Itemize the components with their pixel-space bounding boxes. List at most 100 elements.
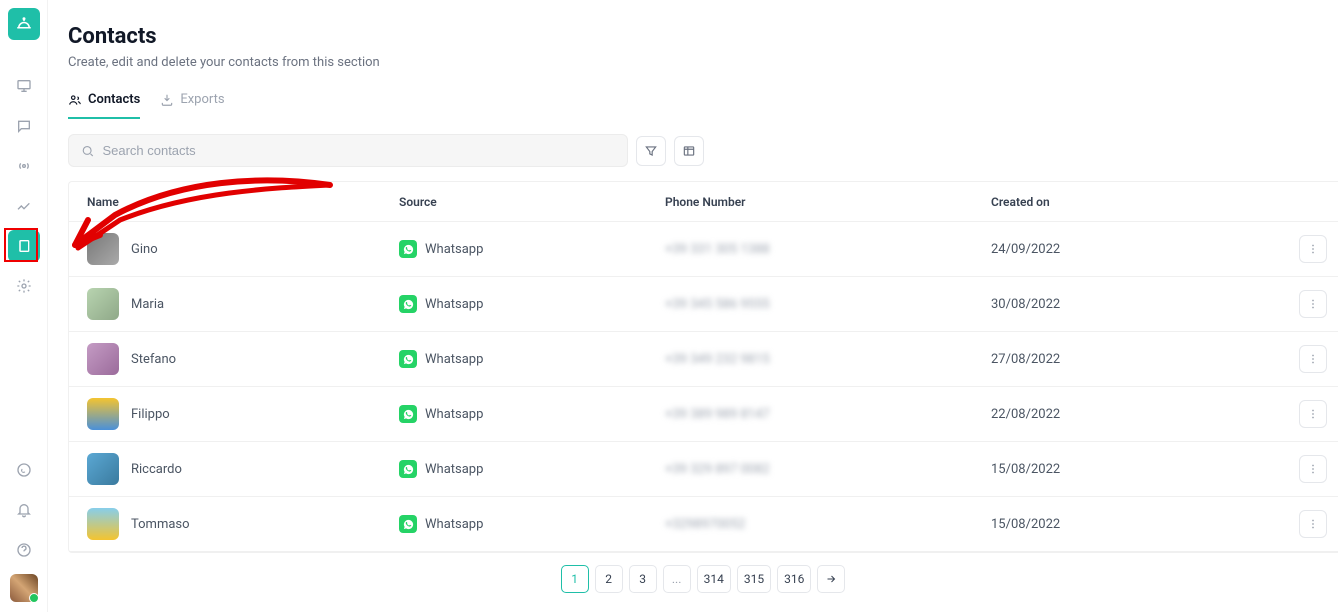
col-header-source: Source bbox=[399, 195, 665, 209]
table-row[interactable]: Maria Whatsapp +39 345 586 9555 30/08/20… bbox=[69, 277, 1338, 332]
contact-avatar bbox=[87, 233, 119, 265]
contact-source: Whatsapp bbox=[425, 517, 483, 532]
tab-contacts[interactable]: Contacts bbox=[68, 92, 140, 119]
bell-icon bbox=[16, 502, 32, 518]
col-header-name: Name bbox=[87, 195, 399, 209]
sidebar-item-contacts[interactable] bbox=[8, 230, 40, 262]
columns-button[interactable] bbox=[674, 136, 704, 166]
page-314[interactable]: 314 bbox=[697, 565, 731, 593]
table-row[interactable]: Riccardo Whatsapp +39 329 897 0082 15/08… bbox=[69, 442, 1338, 497]
contact-source: Whatsapp bbox=[425, 242, 483, 257]
contact-phone: +39 345 586 9555 bbox=[665, 297, 770, 312]
tabs: Contacts Exports bbox=[68, 92, 1338, 120]
tab-exports-label: Exports bbox=[180, 92, 224, 107]
page-315[interactable]: 315 bbox=[737, 565, 771, 593]
contact-phone: +39 331 305 1388 bbox=[665, 242, 770, 257]
contact-created: 15/08/2022 bbox=[991, 517, 1060, 532]
whatsapp-icon bbox=[399, 405, 417, 423]
contact-name: Tommaso bbox=[131, 517, 190, 532]
page-title: Contacts bbox=[68, 24, 1338, 49]
sidebar-item-notifications[interactable] bbox=[8, 494, 40, 526]
col-header-phone: Phone Number bbox=[665, 195, 991, 209]
toolbar bbox=[68, 134, 1338, 167]
contact-avatar bbox=[87, 453, 119, 485]
sidebar-item-help[interactable] bbox=[8, 534, 40, 566]
table-row[interactable]: Gino Whatsapp +39 331 305 1388 24/09/202… bbox=[69, 222, 1338, 277]
contact-source: Whatsapp bbox=[425, 352, 483, 367]
pagination: 123...314315316 bbox=[68, 565, 1338, 603]
contact-phone: +39 349 232 9815 bbox=[665, 352, 770, 367]
help-icon bbox=[16, 542, 32, 558]
contact-name: Riccardo bbox=[131, 462, 182, 477]
export-icon bbox=[160, 93, 174, 107]
contacts-table: Name Source Phone Number Created on Gino… bbox=[68, 181, 1338, 553]
filter-icon bbox=[644, 144, 658, 158]
dots-icon bbox=[1306, 517, 1320, 531]
row-menu-button[interactable] bbox=[1299, 345, 1327, 373]
contact-phone: +3298970052 bbox=[665, 517, 745, 532]
contact-source: Whatsapp bbox=[425, 407, 483, 422]
row-menu-button[interactable] bbox=[1299, 235, 1327, 263]
page-316[interactable]: 316 bbox=[777, 565, 811, 593]
row-menu-button[interactable] bbox=[1299, 290, 1327, 318]
table-row[interactable]: Filippo Whatsapp +39 389 989 8147 22/08/… bbox=[69, 387, 1338, 442]
sidebar-item-chat[interactable] bbox=[8, 110, 40, 142]
tab-contacts-label: Contacts bbox=[88, 92, 140, 107]
page-next[interactable] bbox=[817, 565, 845, 593]
contact-created: 22/08/2022 bbox=[991, 407, 1060, 422]
columns-icon bbox=[682, 144, 696, 158]
whatsapp-icon bbox=[399, 515, 417, 533]
search-icon bbox=[81, 144, 94, 158]
table-row[interactable]: Tommaso Whatsapp +3298970052 15/08/2022 bbox=[69, 497, 1338, 552]
whatsapp-icon bbox=[399, 295, 417, 313]
search-input[interactable] bbox=[102, 143, 615, 158]
sidebar-item-analytics[interactable] bbox=[8, 190, 40, 222]
filter-button[interactable] bbox=[636, 136, 666, 166]
dots-icon bbox=[1306, 462, 1320, 476]
broadcast-icon bbox=[16, 158, 32, 174]
contacts-icon bbox=[68, 93, 82, 107]
sidebar-item-settings[interactable] bbox=[8, 270, 40, 302]
contact-source: Whatsapp bbox=[425, 462, 483, 477]
row-menu-button[interactable] bbox=[1299, 455, 1327, 483]
monitor-icon bbox=[16, 78, 32, 94]
contact-avatar bbox=[87, 343, 119, 375]
sidebar-item-broadcast[interactable] bbox=[8, 150, 40, 182]
user-avatar[interactable] bbox=[10, 574, 38, 602]
contact-avatar bbox=[87, 288, 119, 320]
contact-created: 30/08/2022 bbox=[991, 297, 1060, 312]
contact-name: Gino bbox=[131, 242, 158, 257]
row-menu-button[interactable] bbox=[1299, 400, 1327, 428]
contact-phone: +39 389 989 8147 bbox=[665, 407, 770, 422]
main-content: Contacts Create, edit and delete your co… bbox=[48, 0, 1338, 612]
sidebar-item-whatsapp[interactable] bbox=[8, 454, 40, 486]
page-subtitle: Create, edit and delete your contacts fr… bbox=[68, 55, 1338, 70]
contact-avatar bbox=[87, 398, 119, 430]
col-header-created: Created on bbox=[991, 195, 1287, 209]
contact-source: Whatsapp bbox=[425, 297, 483, 312]
contact-name: Filippo bbox=[131, 407, 170, 422]
dots-icon bbox=[1306, 242, 1320, 256]
whatsapp-icon bbox=[399, 350, 417, 368]
page-3[interactable]: 3 bbox=[629, 565, 657, 593]
contact-phone: +39 329 897 0082 bbox=[665, 462, 770, 477]
tab-exports[interactable]: Exports bbox=[160, 92, 224, 119]
row-menu-button[interactable] bbox=[1299, 510, 1327, 538]
whatsapp-icon bbox=[399, 240, 417, 258]
contact-name: Stefano bbox=[131, 352, 176, 367]
table-row[interactable]: Stefano Whatsapp +39 349 232 9815 27/08/… bbox=[69, 332, 1338, 387]
whatsapp-icon bbox=[16, 462, 32, 478]
search-box[interactable] bbox=[68, 134, 628, 167]
chat-icon bbox=[16, 118, 32, 134]
chart-icon bbox=[16, 198, 32, 214]
dots-icon bbox=[1306, 352, 1320, 366]
contact-created: 15/08/2022 bbox=[991, 462, 1060, 477]
app-logo[interactable] bbox=[8, 8, 40, 40]
whatsapp-icon bbox=[399, 460, 417, 478]
sidebar-item-dashboard[interactable] bbox=[8, 70, 40, 102]
page-1[interactable]: 1 bbox=[561, 565, 589, 593]
contact-name: Maria bbox=[131, 297, 164, 312]
page-2[interactable]: 2 bbox=[595, 565, 623, 593]
sidebar bbox=[0, 0, 48, 612]
contact-avatar bbox=[87, 508, 119, 540]
